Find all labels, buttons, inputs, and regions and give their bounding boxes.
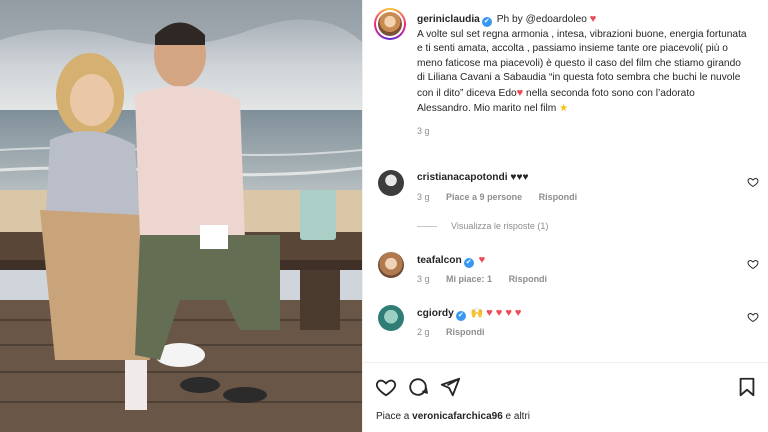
comment-line: cristianacapotondi ♥♥♥	[417, 171, 529, 185]
instagram-post: geriniclaudia ✔ Ph by @edoardoleo ♥ A vol…	[0, 0, 768, 432]
comments-scroll-area[interactable]: geriniclaudia ✔ Ph by @edoardoleo ♥ A vol…	[363, 0, 768, 362]
commenter-username[interactable]: teafalcon	[417, 255, 462, 266]
likes-suffix: e altri	[505, 411, 530, 422]
like-comment-heart-icon[interactable]	[747, 311, 759, 323]
like-comment-heart-icon[interactable]	[747, 258, 759, 270]
share-icon[interactable]	[439, 376, 461, 398]
comment-meta: 3 g Piace a 9 persone Rispondi	[417, 192, 591, 202]
comment-line: teafalcon ✔ ♥	[417, 253, 485, 268]
verified-icon: ✔	[463, 258, 474, 268]
post-actions-bar: Piace a veronicafarchica96 e altri	[363, 362, 768, 432]
beach-photo-illustration	[0, 0, 362, 432]
reply-button[interactable]: Rispondi	[509, 274, 548, 284]
likes-prefix: Piace a	[376, 411, 410, 422]
post-side-panel: geriniclaudia ✔ Ph by @edoardoleo ♥ A vol…	[362, 0, 768, 432]
heart-emoji-icon: ♥ ♥ ♥ ♥	[486, 307, 522, 319]
photo-credit-prefix: Ph by	[496, 14, 523, 25]
post-time: 3 g	[417, 126, 430, 137]
commenter-username[interactable]: cgiordy	[417, 308, 454, 319]
comment-time: 3 g	[417, 274, 430, 284]
commenter-avatar[interactable]	[378, 170, 404, 196]
like-comment-heart-icon[interactable]	[747, 176, 759, 188]
commenter-avatar[interactable]	[378, 305, 404, 331]
comment-meta: 3 g Mi piace: 1 Rispondi	[417, 274, 561, 284]
view-replies-link[interactable]: Visualizza le risposte (1)	[417, 221, 548, 231]
comment-icon[interactable]	[407, 376, 429, 398]
verified-icon: ✔	[455, 311, 466, 321]
reply-button[interactable]: Rispondi	[446, 327, 485, 337]
verified-icon: ✔	[481, 17, 492, 27]
view-replies-label: Visualizza le risposte (1)	[451, 221, 549, 231]
star-emoji-icon: ★	[559, 102, 569, 114]
comment-time: 3 g	[417, 192, 430, 202]
likes-user[interactable]: veronicafarchica96	[412, 411, 503, 422]
author-avatar[interactable]	[374, 8, 406, 40]
heart-emoji-icon: ♥	[589, 13, 597, 25]
commenter-avatar[interactable]	[378, 252, 404, 278]
likes-summary[interactable]: Piace a veronicafarchica96 e altri	[376, 411, 530, 422]
comment-likes[interactable]: Mi piace: 1	[446, 274, 492, 284]
heart-emoji-icon: ♥	[478, 254, 486, 266]
raised-hands-emoji-icon: 🙌	[470, 308, 484, 319]
comment-likes[interactable]: Piace a 9 persone	[446, 192, 522, 202]
heart-icon[interactable]	[375, 376, 397, 398]
reply-button[interactable]: Rispondi	[539, 192, 578, 202]
commenter-username[interactable]: cristianacapotondi	[417, 172, 508, 183]
photo-credit-user[interactable]: @edoardoleo	[526, 14, 587, 25]
comment-text: ♥♥♥	[510, 172, 529, 183]
post-photo[interactable]	[0, 0, 362, 432]
comment-meta: 2 g Rispondi	[417, 327, 499, 337]
comment-time: 2 g	[417, 327, 430, 337]
comment-line: cgiordy ✔ 🙌 ♥ ♥ ♥ ♥	[417, 306, 521, 321]
bookmark-icon[interactable]	[736, 376, 758, 398]
replies-divider	[417, 225, 437, 227]
author-username[interactable]: geriniclaudia	[417, 14, 480, 25]
heart-emoji-icon: ♥	[516, 86, 524, 99]
post-caption: geriniclaudia ✔ Ph by @edoardoleo ♥ A vol…	[417, 12, 747, 139]
